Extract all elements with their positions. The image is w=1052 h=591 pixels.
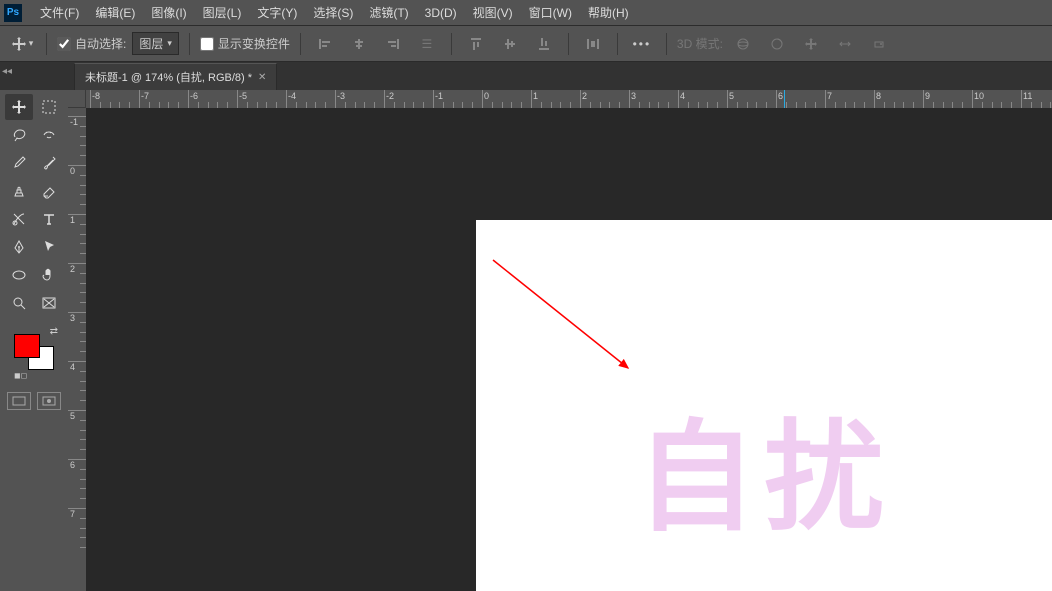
text-layer[interactable]: 自扰	[636, 380, 892, 554]
ruler-corner[interactable]	[68, 90, 86, 108]
path-select-tool[interactable]	[35, 234, 63, 260]
pen-tool[interactable]	[5, 234, 33, 260]
menu-filter[interactable]: 滤镜(T)	[361, 0, 416, 25]
auto-select-label: 自动选择:	[75, 35, 126, 52]
lasso-tool[interactable]	[5, 122, 33, 148]
align-menu-icon[interactable]: ☰	[413, 32, 441, 56]
swap-colors-icon[interactable]: ⇄	[50, 326, 58, 337]
brush-tool[interactable]	[35, 150, 63, 176]
distribute-vcenter-icon[interactable]	[496, 32, 524, 56]
auto-select-checkbox[interactable]: 自动选择:	[57, 35, 126, 52]
color-swatch-area: ⇄ ◼◻	[12, 328, 56, 372]
app-logo: Ps	[4, 4, 22, 22]
3d-orbit-icon[interactable]	[729, 32, 757, 56]
3d-scale-icon[interactable]	[865, 32, 893, 56]
options-bar: ▾ 自动选择: 图层 ▾ 显示变换控件 ☰ ••• 3D 模式:	[0, 26, 1052, 62]
close-tab-icon[interactable]: ✕	[258, 72, 266, 83]
quickmask-mode-icon[interactable]	[37, 392, 61, 410]
ruler-horizontal[interactable]: -8-7-6-5-4-3-2-101234567891011	[86, 90, 1052, 108]
menu-view[interactable]: 视图(V)	[465, 0, 521, 25]
document-tabbar: 未标题-1 @ 174% (自扰, RGB/8) * ✕	[0, 62, 1052, 90]
type-tool[interactable]	[35, 206, 63, 232]
menu-file[interactable]: 文件(F)	[32, 0, 87, 25]
collapse-panels-icon[interactable]: ◂◂	[2, 66, 12, 77]
menu-image[interactable]: 图像(I)	[143, 0, 194, 25]
menu-help[interactable]: 帮助(H)	[580, 0, 637, 25]
ruler-vertical[interactable]: -101234567	[68, 108, 86, 591]
align-left-icon[interactable]	[311, 32, 339, 56]
distribute-top-icon[interactable]	[462, 32, 490, 56]
eraser-tool[interactable]	[35, 178, 63, 204]
rect-marquee-tool[interactable]	[35, 290, 63, 316]
align-center-h-icon[interactable]	[345, 32, 373, 56]
menu-3d[interactable]: 3D(D)	[417, 2, 465, 24]
gradient-tool[interactable]	[5, 206, 33, 232]
zoom-tool[interactable]	[5, 290, 33, 316]
3d-slide-icon[interactable]	[831, 32, 859, 56]
move-tool-indicator-icon[interactable]: ▾	[8, 32, 36, 56]
menu-type[interactable]: 文字(Y)	[249, 0, 305, 25]
standard-mode-icon[interactable]	[7, 392, 31, 410]
marquee-tool[interactable]	[35, 94, 63, 120]
default-colors-icon[interactable]: ◼◻	[14, 371, 27, 380]
ellipse-tool[interactable]	[5, 262, 33, 288]
mode3d-label: 3D 模式:	[677, 35, 723, 52]
show-transform-checkbox[interactable]: 显示变换控件	[200, 35, 290, 52]
menu-select[interactable]: 选择(S)	[305, 0, 361, 25]
menu-window[interactable]: 窗口(W)	[521, 0, 580, 25]
3d-roll-icon[interactable]	[763, 32, 791, 56]
eyedropper-tool[interactable]	[5, 150, 33, 176]
canvas-viewport[interactable]: 自扰	[86, 108, 1052, 591]
more-options-icon[interactable]: •••	[628, 32, 656, 56]
3d-pan-icon[interactable]	[797, 32, 825, 56]
clone-stamp-tool[interactable]	[5, 178, 33, 204]
workarea: -8-7-6-5-4-3-2-101234567891011 -10123456…	[68, 90, 1052, 591]
canvas[interactable]: 自扰	[476, 220, 1052, 591]
spot-heal-tool[interactable]	[35, 122, 63, 148]
menu-edit[interactable]: 编辑(E)	[87, 0, 143, 25]
distribute-menu-icon[interactable]	[579, 32, 607, 56]
move-tool[interactable]	[5, 94, 33, 120]
document-tab[interactable]: 未标题-1 @ 174% (自扰, RGB/8) * ✕	[74, 63, 277, 90]
menu-layer[interactable]: 图层(L)	[195, 0, 250, 25]
align-right-icon[interactable]	[379, 32, 407, 56]
distribute-bottom-icon[interactable]	[530, 32, 558, 56]
toolbox: ⇄ ◼◻	[0, 90, 68, 591]
document-tab-title: 未标题-1 @ 174% (自扰, RGB/8) *	[85, 69, 252, 85]
show-transform-label: 显示变换控件	[218, 35, 290, 52]
menubar: Ps 文件(F) 编辑(E) 图像(I) 图层(L) 文字(Y) 选择(S) 滤…	[0, 0, 1052, 26]
hand-tool[interactable]	[35, 262, 63, 288]
foreground-color-swatch[interactable]	[14, 334, 40, 358]
auto-select-target-dropdown[interactable]: 图层 ▾	[132, 32, 179, 55]
